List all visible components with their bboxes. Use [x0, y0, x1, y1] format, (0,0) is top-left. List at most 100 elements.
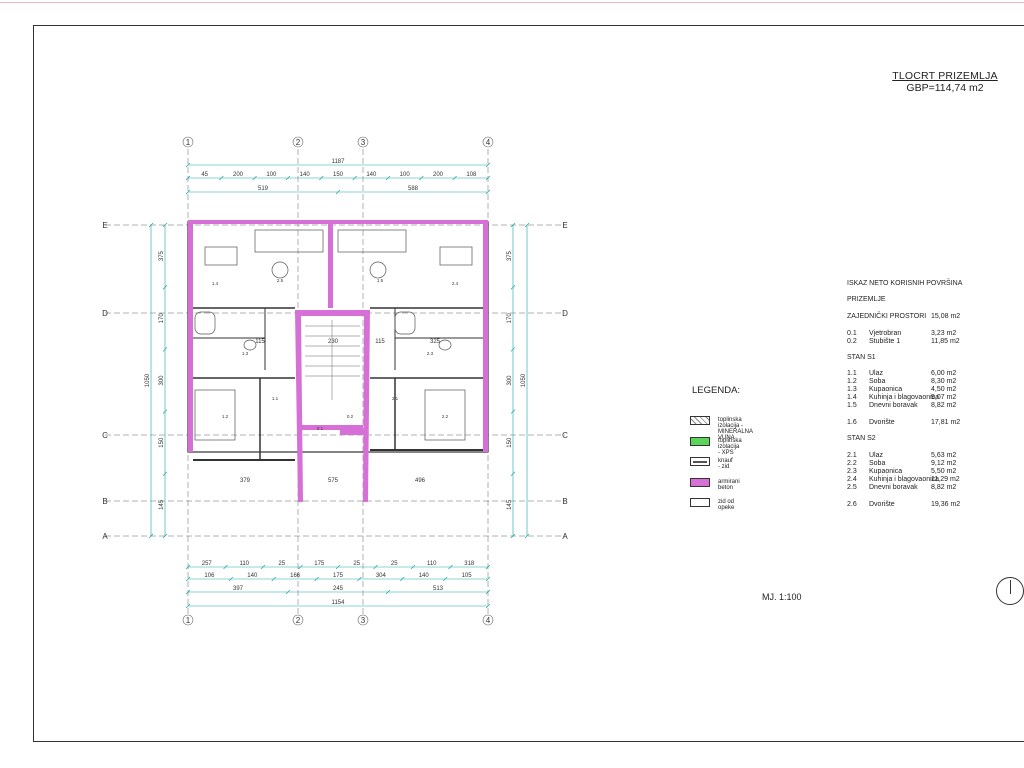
col-axis-label: 3	[361, 616, 366, 625]
area-table-title: ISKAZ NETO KORISNIH POVRŠINA	[847, 280, 963, 287]
dim-label: 108	[466, 172, 477, 178]
row-axis-label: B	[102, 497, 107, 506]
col-axis-label: 4	[486, 138, 491, 147]
dim-label: 200	[233, 172, 244, 178]
dim-label: 110	[427, 561, 437, 567]
s2-header: STAN S2	[847, 435, 876, 442]
dim-label: 145	[507, 499, 513, 510]
gross-area: GBP=114,74 m2	[906, 82, 984, 94]
dim-label: 166	[290, 573, 301, 579]
area-floor: PRIZEMLJE	[847, 296, 886, 303]
inner-dim-label: 115	[255, 339, 265, 345]
common-header: ZAJEDNIČKI PROSTORI 15,08 m2	[847, 313, 961, 320]
dim-label: 300	[507, 375, 513, 386]
dim-label: 1050	[521, 373, 527, 387]
room-tag: 2.1	[392, 396, 399, 401]
dim-label: 150	[507, 437, 513, 448]
room-tags: 2.5 1.5 1.4 2.4 1.3 2.3 1.1 2.1 1.2 2.2 0.1 0.2	[212, 278, 459, 431]
dim-label: 175	[314, 561, 325, 567]
inner-dim-label: 575	[328, 478, 339, 484]
dim-label: 170	[507, 313, 513, 324]
dim-label: 145	[159, 499, 165, 510]
concrete-wall-left	[188, 220, 193, 452]
room-tag: 1.4	[212, 281, 219, 286]
dim-label: 105	[462, 573, 473, 579]
grid-axes: 1 1 2 2 3 3 4 4 E E D D C C B B A A	[102, 136, 568, 626]
dim-label: 25	[353, 561, 360, 567]
dim-label: 150	[333, 172, 344, 178]
sofa	[254, 229, 324, 253]
dim-label: 170	[159, 313, 165, 324]
legend-title: LEGENDA:	[692, 385, 741, 396]
brick-swatch	[690, 498, 710, 507]
room-tag: 1.1	[272, 396, 279, 401]
table-row: 2.6 Dvorište 19,36 m2	[847, 501, 961, 508]
row-axis-label: E	[562, 221, 567, 230]
room-tag: 1.2	[222, 414, 229, 419]
dim-label: 397	[233, 586, 244, 592]
room-tag: 1.5	[377, 278, 384, 283]
knauf-swatch	[690, 457, 710, 466]
dim-label: 140	[300, 172, 311, 178]
inner-dim-label: 115	[375, 339, 385, 345]
dim-label: 513	[433, 586, 444, 592]
dim-label: 375	[507, 250, 513, 261]
dim-label: 588	[408, 186, 419, 192]
dim-label: 25	[391, 561, 398, 567]
room-tag: 2.3	[427, 351, 434, 356]
inner-dim-label: 379	[240, 478, 251, 484]
room-tag: 0.1	[317, 426, 324, 431]
dining-table	[439, 246, 473, 266]
dim-label: 519	[258, 186, 269, 192]
round-table	[369, 261, 387, 279]
col-axis-label: 1	[186, 138, 191, 147]
concrete-wall-top	[188, 220, 488, 224]
col-axis-label: 3	[361, 138, 366, 147]
building-walls	[187, 220, 489, 502]
dim-label: 100	[400, 172, 411, 178]
concrete-swatch	[690, 478, 710, 487]
dining-table	[204, 246, 238, 266]
row-axis-label: C	[102, 431, 108, 440]
drawing-scale: MJ. 1:100	[762, 592, 802, 602]
dim-label: 1154	[332, 600, 346, 606]
round-table	[271, 261, 289, 279]
row-axis-label: E	[102, 221, 107, 230]
dim-label: 257	[202, 561, 213, 567]
col-axis-label: 1	[186, 616, 191, 625]
row-axis-label: A	[102, 532, 108, 541]
stair-wall-bottom	[301, 425, 363, 430]
dim-label: 300	[159, 375, 165, 386]
row-axis-label: A	[562, 532, 568, 541]
room-tag: 2.5	[277, 278, 284, 283]
room-tag: 0.2	[347, 414, 354, 419]
sofa	[337, 229, 407, 253]
row-axis-label: D	[562, 309, 568, 318]
dim-label: 245	[333, 586, 344, 592]
room-tag: 2.4	[452, 281, 459, 286]
furniture	[194, 229, 473, 441]
table-row: 0.2 Stubište 1 11,85 m2	[847, 338, 960, 345]
table-row: 1.6 Dvorište 17,81 m2	[847, 419, 961, 426]
dim-label: 375	[159, 250, 165, 261]
dim-label: 1050	[145, 373, 151, 387]
row-axis-label: B	[562, 497, 567, 506]
table-row: 2.5 Dnevni boravak 8,82 m2	[847, 484, 957, 491]
dim-label: 200	[433, 172, 444, 178]
dim-label: 100	[266, 172, 277, 178]
dim-label: 45	[201, 172, 208, 178]
dim-label: 318	[464, 561, 475, 567]
col-axis-label: 2	[296, 616, 301, 625]
toilet	[243, 339, 257, 351]
dim-label: 175	[333, 573, 344, 579]
dim-label: 106	[204, 573, 215, 579]
inner-dim-label: 496	[415, 478, 426, 484]
s1-header: STAN S1	[847, 354, 876, 361]
concrete-wall-right	[483, 220, 488, 452]
dim-label: 140	[419, 573, 430, 579]
dim-label: 25	[278, 561, 285, 567]
hatch-swatch	[690, 416, 710, 425]
sheet-top-rule	[0, 2, 1024, 3]
table-row: 1.5 Dnevni boravak 8,82 m2	[847, 402, 957, 409]
room-tag: 1.3	[242, 351, 249, 356]
